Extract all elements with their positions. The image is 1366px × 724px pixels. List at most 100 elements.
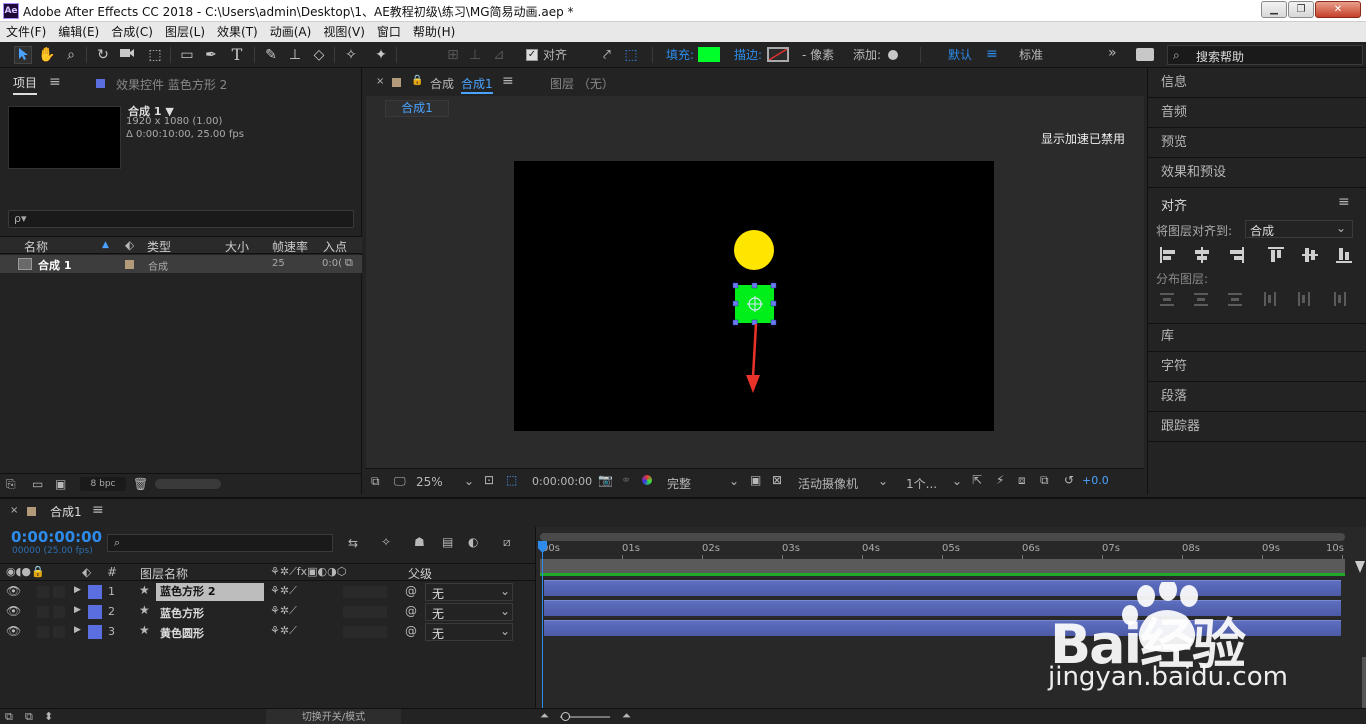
panel-audio[interactable]: 音频 [1148, 98, 1366, 128]
frame-blending-icon[interactable]: ▤ [442, 535, 453, 549]
snap-feature-icon[interactable]: ⬚ [622, 46, 640, 64]
timeline-graph-area[interactable]: 00s 01s 02s 03s 04s 05s 06s 07s 08s 09s 10s [535, 527, 1366, 724]
new-folder-icon[interactable]: ▭ [32, 477, 43, 491]
always-preview-icon[interactable]: ⧉ [371, 474, 380, 489]
panel-tracker[interactable]: 跟踪器 [1148, 412, 1366, 442]
visibility-eye-icon[interactable]: 👁 [6, 584, 21, 598]
work-area-bar[interactable] [540, 533, 1345, 541]
toggle-switches-modes-button[interactable]: 切换开关/模式 [266, 709, 401, 724]
pen-tool-icon[interactable]: ✒ [202, 46, 220, 64]
panel-menu-icon[interactable]: ≡ [92, 502, 104, 518]
col-name[interactable]: 名称 [24, 238, 48, 255]
resolution-select[interactable]: 完整 ⌄ [663, 473, 743, 491]
world-axis-icon[interactable]: ⊥ [466, 46, 484, 64]
interpret-footage-icon[interactable]: ⎘ [6, 477, 16, 492]
more-workspaces-icon[interactable]: » [1108, 45, 1117, 61]
layer-name[interactable]: 蓝色方形 [160, 605, 204, 621]
panel-paragraph[interactable]: 段落 [1148, 382, 1366, 412]
stroke-color-swatch[interactable] [767, 47, 789, 62]
panel-preview[interactable]: 预览 [1148, 128, 1366, 158]
shy-layers-icon[interactable]: ☗ [414, 535, 425, 549]
panel-menu-icon[interactable]: ≡ [49, 74, 61, 90]
motion-blur-icon[interactable]: ◐ [468, 535, 478, 549]
layer-switches-toggle-icon[interactable]: ⧉ [5, 710, 13, 724]
lock-icon[interactable]: 🔒 [411, 75, 423, 86]
parent-select[interactable]: 无 ⌄ [425, 583, 513, 601]
help-search-box[interactable]: ⌕ 搜索帮助 [1167, 45, 1363, 65]
close-tab-icon[interactable]: × [376, 76, 384, 87]
fast-previews-icon[interactable]: ⚡ [996, 473, 1004, 487]
layer-duration-bar[interactable] [544, 600, 1341, 616]
workspace-standard[interactable]: 标准 [1019, 47, 1043, 63]
workspace-menu-icon[interactable]: ≡ [986, 46, 998, 62]
layer-duration-bar[interactable] [544, 580, 1341, 596]
zoom-tool-icon[interactable]: ⌕ [62, 46, 80, 64]
playhead-line[interactable] [542, 541, 543, 724]
workspace-default[interactable]: 默认 [948, 47, 972, 63]
show-snapshot-icon[interactable]: ⚭ [621, 473, 631, 487]
panel-info[interactable]: 信息 [1148, 68, 1366, 98]
menu-help[interactable]: 帮助(H) [407, 22, 461, 42]
viewer-tab-label[interactable]: 合成 [430, 75, 454, 92]
pan-behind-tool-icon[interactable]: ⬚ [146, 46, 164, 64]
exposure-value[interactable]: +0.0 [1082, 474, 1109, 487]
layer-number-col[interactable]: # [107, 565, 117, 579]
col-type[interactable]: 类型 [147, 238, 171, 255]
zoom-slider-knob[interactable] [561, 712, 570, 721]
solo-box[interactable] [37, 586, 49, 598]
layer-viewer-tab[interactable]: 图层 （无） [550, 75, 614, 92]
comp-end-marker[interactable] [1355, 561, 1365, 573]
monitor-icon[interactable]: 🖵 [394, 474, 406, 489]
av-features-icon[interactable]: ◉◖●🔒 [6, 565, 45, 578]
parent-col[interactable]: 父级 [408, 565, 432, 582]
brush-tool-icon[interactable]: ✎ [262, 46, 280, 64]
timeline-icon[interactable]: ⧈ [1018, 473, 1026, 488]
menu-effect[interactable]: 效果(T) [211, 22, 264, 42]
solo-box[interactable] [37, 606, 49, 618]
mask-visibility-icon[interactable]: ⬚ [506, 473, 517, 487]
viewer-menu-icon[interactable]: ≡ [502, 73, 514, 89]
col-size[interactable]: 大小 [225, 238, 249, 255]
parent-select[interactable]: 无 ⌄ [425, 623, 513, 641]
reset-exposure-icon[interactable]: ↺ [1064, 473, 1074, 487]
viewer-comp-dropdown[interactable]: 合成1 [461, 75, 493, 94]
transparency-grid-icon[interactable]: ⊠ [772, 473, 782, 487]
panel-menu-icon[interactable]: ≡ [1338, 194, 1350, 210]
zoom-in-icon[interactable]: ⏶ [622, 709, 631, 723]
menu-composition[interactable]: 合成(C) [105, 22, 159, 42]
in-out-toggle-icon[interactable]: ⬍ [44, 710, 53, 723]
pick-whip-icon[interactable]: @ [405, 604, 417, 618]
composition-canvas[interactable] [514, 161, 994, 431]
panel-library[interactable]: 库 [1148, 322, 1366, 352]
bit-depth-button[interactable]: 8 bpc [80, 477, 126, 491]
layer-label-color[interactable] [88, 625, 102, 639]
snapshot-icon[interactable]: 📷 [598, 473, 613, 487]
col-inpoint[interactable]: 入点 [323, 238, 347, 255]
layer-label-color[interactable] [88, 585, 102, 599]
project-item-row[interactable]: 合成 1 合成 25 0:0( ⧉ [0, 255, 362, 273]
help-search-placeholder[interactable]: 搜索帮助 [1196, 48, 1244, 65]
snap-edge-icon[interactable]: ⤤ [598, 46, 616, 64]
toggle-pixel-aspect-icon[interactable]: ⇱ [972, 473, 982, 487]
camera-select[interactable]: 活动摄像机 ⌄ [794, 473, 894, 491]
layer-label-color[interactable] [88, 605, 102, 619]
layer-row[interactable]: 👁 ▶ 2 ★ 蓝色方形 ⚘✲⟋ @ 无 ⌄ [0, 602, 535, 622]
fill-color-swatch[interactable] [698, 47, 720, 62]
tab-project[interactable]: 项目 [13, 74, 38, 95]
close-window-button[interactable]: ✕ [1315, 1, 1361, 18]
align-to-select[interactable]: 合成 ⌄ [1245, 220, 1353, 238]
maximize-button[interactable]: ❐ [1288, 1, 1314, 18]
graph-editor-icon[interactable]: ⧄ [503, 535, 511, 550]
label-col-icon[interactable]: ⬖ [125, 238, 134, 252]
selection-tool-icon[interactable] [14, 46, 32, 64]
transfer-controls-icon[interactable]: ⧉ [25, 710, 33, 724]
layer-name[interactable]: 黄色圆形 [160, 625, 204, 641]
new-comp-icon[interactable]: ▣ [55, 477, 66, 491]
flowchart-icon[interactable]: ⧉ [345, 256, 353, 270]
zoom-out-icon[interactable]: ⏶ [540, 709, 549, 723]
distribute-buttons[interactable] [1158, 290, 1358, 308]
layer-mode-boxes[interactable] [343, 606, 387, 618]
snapping-checkbox[interactable]: ✓ [526, 49, 538, 61]
menu-animation[interactable]: 动画(A) [264, 22, 318, 42]
rectangle-tool-icon[interactable]: ▭ [178, 46, 196, 64]
